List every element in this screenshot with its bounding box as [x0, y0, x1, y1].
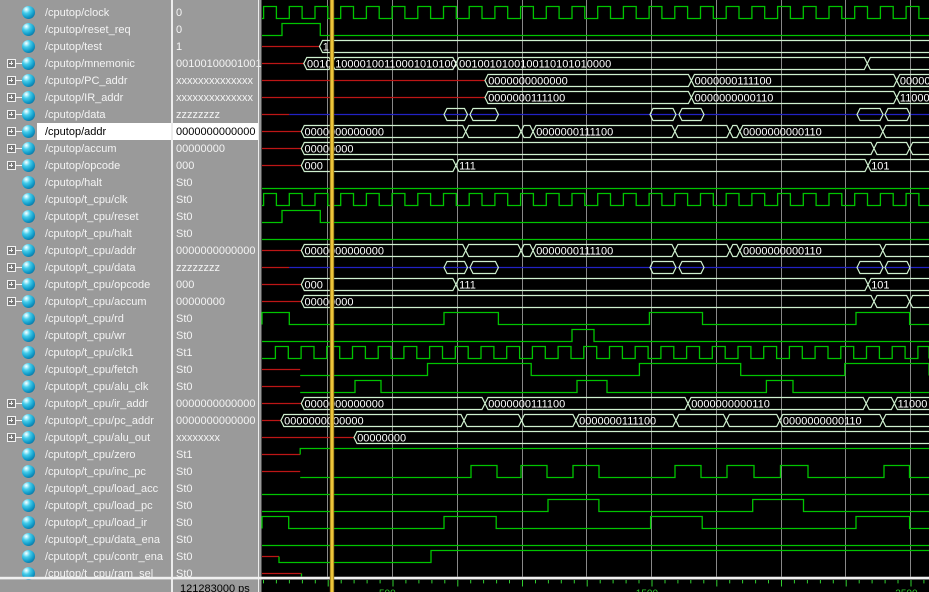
svg-text:0000000000000: 0000000000000 — [488, 76, 568, 88]
svg-text:0000000111100: 0000000111100 — [695, 76, 772, 88]
svg-text:000: 000 — [305, 280, 323, 292]
svg-text:00000000: 00000000 — [305, 297, 354, 309]
svg-text:0000000000110: 0000000000110 — [783, 416, 862, 428]
svg-text:0010: 0010 — [307, 59, 331, 71]
svg-text:000: 000 — [305, 161, 323, 173]
svg-text:0010010100100110101010000: 0010010100100110101010000 — [459, 59, 611, 71]
svg-text:111: 111 — [459, 161, 476, 173]
svg-text:0000000000000: 0000000000000 — [305, 127, 385, 139]
svg-text:00000000: 00000000 — [357, 433, 406, 445]
svg-text:00000000: 00000000 — [305, 144, 354, 156]
svg-text:10000100110001010100: 10000100110001010100 — [335, 59, 457, 71]
svg-text:0000000000110: 0000000000110 — [695, 93, 774, 105]
svg-text:0000000111100: 0000000111100 — [900, 76, 929, 88]
svg-text:500: 500 — [379, 589, 396, 592]
svg-text:0000000111100: 0000000111100 — [536, 246, 613, 258]
svg-text:1100000010001: 1100000010001 — [900, 93, 929, 105]
svg-text:0000000000110: 0000000000110 — [743, 246, 822, 258]
svg-text:0000000111100: 0000000111100 — [579, 416, 656, 428]
svg-text:11000: 11000 — [898, 399, 928, 411]
svg-text:0000000111100: 0000000111100 — [536, 127, 613, 139]
svg-text:0000000000110: 0000000000110 — [743, 127, 822, 139]
svg-text:0000000111100: 0000000111100 — [488, 399, 565, 411]
svg-text:101: 101 — [871, 161, 889, 173]
svg-text:0000000000000: 0000000000000 — [305, 246, 385, 258]
svg-text:101: 101 — [871, 280, 889, 292]
svg-text:0000000000000: 0000000000000 — [284, 416, 364, 428]
svg-text:2500: 2500 — [895, 589, 918, 592]
svg-text:0000000000110: 0000000000110 — [691, 399, 770, 411]
svg-text:111: 111 — [459, 280, 476, 292]
svg-text:1: 1 — [323, 42, 329, 54]
svg-text:0000000000000: 0000000000000 — [305, 399, 385, 411]
svg-text:0000000111100: 0000000111100 — [488, 93, 565, 105]
svg-text:1500: 1500 — [636, 589, 659, 592]
